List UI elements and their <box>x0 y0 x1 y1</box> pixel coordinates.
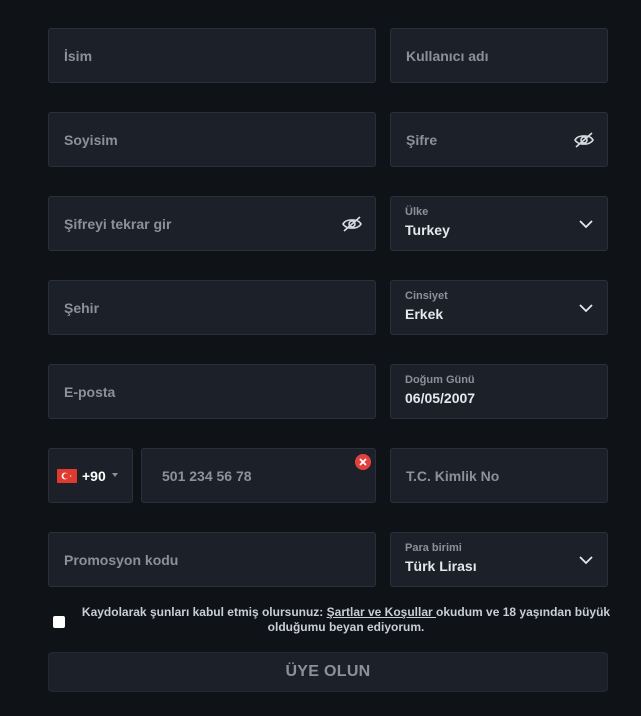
clear-icon[interactable] <box>355 454 371 470</box>
chevron-down-icon <box>579 555 593 564</box>
first-name-placeholder: İsim <box>64 47 93 64</box>
dial-code: +90 <box>82 467 106 484</box>
username-placeholder: Kullanıcı adı <box>406 47 489 64</box>
terms-checkbox[interactable] <box>53 616 65 628</box>
terms-link[interactable]: Şartlar ve Koşullar <box>327 605 436 619</box>
last-name-field[interactable]: Soyisim <box>48 112 376 167</box>
gender-label: Cinsiyet <box>405 290 448 302</box>
eye-slash-icon[interactable] <box>341 215 363 233</box>
first-name-field[interactable]: İsim <box>48 28 376 83</box>
eye-slash-icon[interactable] <box>573 131 595 149</box>
terms-text: Kaydolarak şunları kabul etmiş olursunuz… <box>72 605 620 635</box>
tc-id-placeholder: T.C. Kimlik No <box>406 467 500 484</box>
city-field[interactable]: Şehir <box>48 280 376 335</box>
city-placeholder: Şehir <box>64 299 100 316</box>
gender-value: Erkek <box>405 306 444 322</box>
currency-label: Para birimi <box>405 542 462 554</box>
username-field[interactable]: Kullanıcı adı <box>390 28 608 83</box>
phone-field[interactable]: 501 234 56 78 <box>141 448 376 503</box>
email-placeholder: E-posta <box>64 383 116 400</box>
promo-code-placeholder: Promosyon kodu <box>64 551 179 568</box>
gender-select[interactable]: Cinsiyet Erkek <box>390 280 608 335</box>
country-code-select[interactable]: +90 <box>48 448 133 503</box>
terms-prefix: Kaydolarak şunları kabul etmiş olursunuz… <box>81 605 327 619</box>
country-select[interactable]: Ülke Turkey <box>390 196 608 251</box>
password-repeat-field[interactable]: Şifreyi tekrar gir <box>48 196 376 251</box>
email-field[interactable]: E-posta <box>48 364 376 419</box>
register-button[interactable]: ÜYE OLUN <box>48 652 608 692</box>
country-label: Ülke <box>405 206 429 218</box>
chevron-down-icon <box>579 219 593 228</box>
caret-down-icon <box>112 473 118 477</box>
currency-value: Türk Lirası <box>405 558 477 574</box>
currency-select[interactable]: Para birimi Türk Lirası <box>390 532 608 587</box>
last-name-placeholder: Soyisim <box>64 131 118 148</box>
birthday-label: Doğum Günü <box>405 374 475 386</box>
country-value: Turkey <box>405 222 450 238</box>
tc-id-field[interactable]: T.C. Kimlik No <box>390 448 608 503</box>
password-repeat-placeholder: Şifreyi tekrar gir <box>64 215 172 232</box>
birthday-field[interactable]: Doğum Günü 06/05/2007 <box>390 364 608 419</box>
turkey-flag-icon <box>57 469 77 483</box>
password-placeholder: Şifre <box>406 131 438 148</box>
phone-placeholder: 501 234 56 78 <box>162 467 252 484</box>
birthday-value: 06/05/2007 <box>405 390 476 406</box>
chevron-down-icon <box>579 303 593 312</box>
password-field[interactable]: Şifre <box>390 112 608 167</box>
promo-code-field[interactable]: Promosyon kodu <box>48 532 376 587</box>
